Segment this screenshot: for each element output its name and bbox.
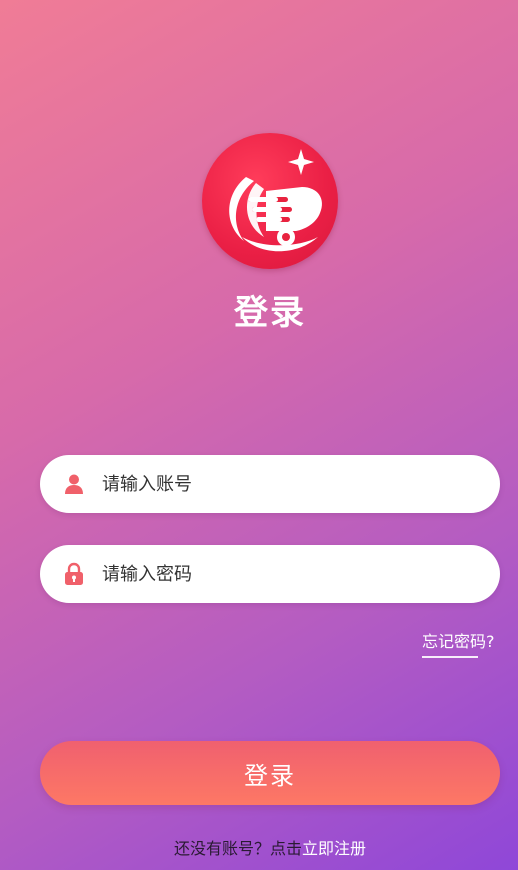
user-icon [65, 474, 83, 494]
account-input[interactable] [102, 455, 472, 513]
forgot-password-underline [422, 656, 478, 658]
account-field[interactable] [40, 455, 500, 513]
page-title: 登录 [234, 293, 306, 333]
register-prompt-text: 还没有账号？点击 [173, 839, 302, 858]
login-button[interactable]: 登录 [40, 741, 500, 805]
delivery-logo-icon [229, 149, 322, 252]
register-link[interactable]: 立即注册 [302, 839, 366, 858]
forgot-password-link[interactable]: 忘记密码? [422, 628, 495, 652]
password-field[interactable] [40, 545, 500, 603]
app-logo [202, 133, 338, 269]
lock-icon [65, 562, 83, 585]
register-prompt: 还没有账号？点击立即注册 [0, 835, 518, 859]
password-input[interactable] [102, 545, 472, 603]
